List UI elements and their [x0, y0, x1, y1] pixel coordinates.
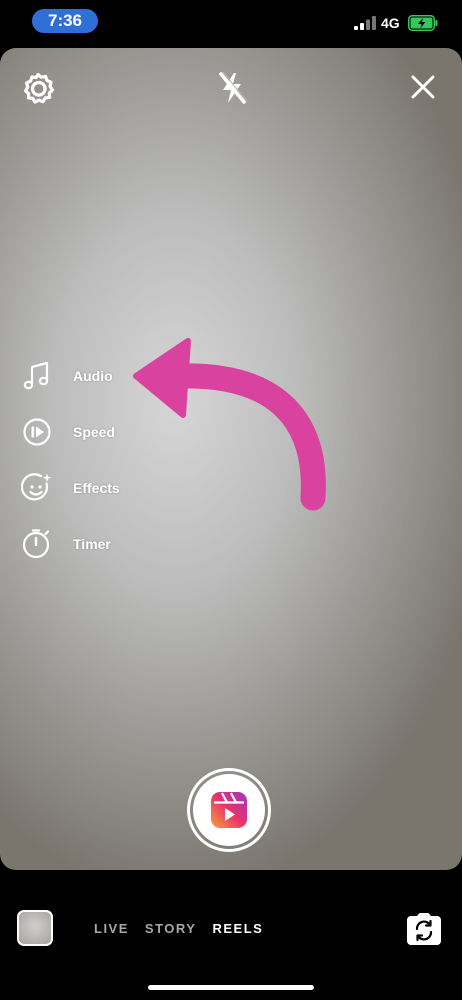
tool-timer[interactable]: Timer [20, 527, 111, 561]
tool-audio-label: Audio [73, 368, 113, 384]
tool-speed[interactable]: Speed [20, 415, 115, 449]
speed-icon [20, 415, 54, 449]
tab-reels[interactable]: REELS [212, 921, 263, 936]
flash-off-icon [219, 71, 247, 104]
camera-viewport[interactable]: Audio Speed Effects Timer [0, 48, 462, 870]
flip-camera-button[interactable] [406, 912, 442, 946]
gear-icon [23, 72, 54, 104]
record-button[interactable] [187, 768, 271, 852]
status-time: 7:36 [32, 9, 98, 33]
tab-live[interactable]: LIVE [94, 921, 129, 936]
flash-button[interactable] [214, 70, 250, 106]
record-button-inner [193, 774, 265, 846]
status-bar: 7:36 4G [0, 0, 462, 44]
pink-curved-arrow [133, 338, 326, 511]
music-note-icon [20, 359, 54, 393]
battery-icon [408, 15, 438, 31]
close-icon [411, 75, 435, 99]
tool-effects-label: Effects [73, 480, 120, 496]
close-button[interactable] [406, 70, 440, 104]
tool-timer-label: Timer [73, 536, 111, 552]
flip-camera-icon [407, 913, 441, 945]
cellular-signal-icon [354, 16, 376, 30]
gallery-thumbnail[interactable] [17, 910, 53, 946]
settings-button[interactable] [20, 70, 56, 106]
reels-icon [211, 792, 247, 828]
home-indicator [148, 985, 314, 990]
timer-icon [20, 527, 54, 561]
network-type: 4G [381, 15, 400, 31]
tool-speed-label: Speed [73, 424, 116, 440]
mode-tabs: LIVE STORY REELS [94, 921, 263, 936]
tool-audio[interactable]: Audio [20, 359, 113, 393]
tool-effects[interactable]: Effects [20, 471, 120, 505]
tab-story[interactable]: STORY [145, 921, 197, 936]
effects-icon [20, 471, 54, 505]
